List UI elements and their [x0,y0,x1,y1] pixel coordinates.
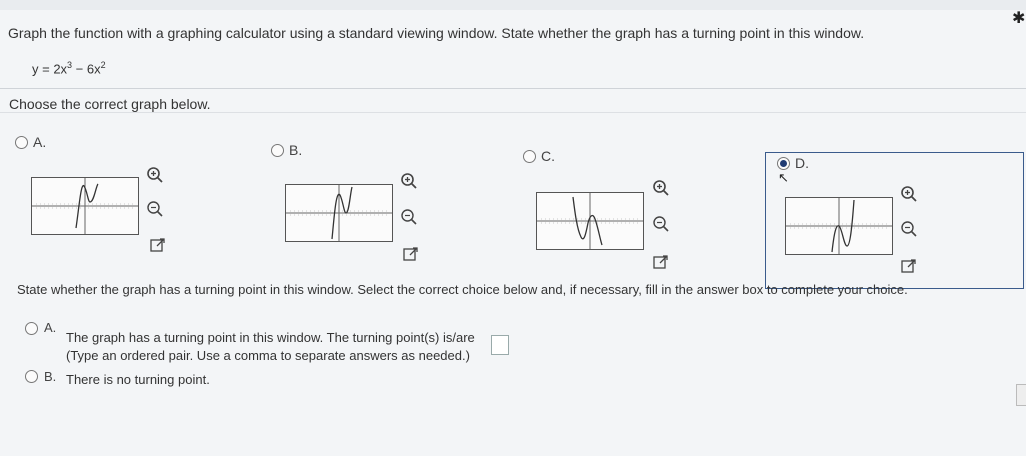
graph-d-thumbnail[interactable] [785,197,893,255]
divider [0,112,1026,113]
choice-letter: B. [44,369,57,384]
zoom-out-icon[interactable] [146,200,164,218]
radio-graph-b[interactable] [271,144,284,157]
option-letter: B. [289,142,303,158]
top-strip [0,0,1026,10]
zoom-in-icon[interactable] [900,185,918,203]
graph-b-thumbnail[interactable] [285,184,393,242]
turning-point-prompt: State whether the graph has a turning po… [17,282,908,297]
function-expression: y = 2x3 − 6x2 [32,60,106,77]
radio-graph-c[interactable] [523,150,536,163]
option-letter: C. [541,148,555,164]
zoom-out-icon[interactable] [900,220,918,238]
question-prompt: Graph the function with a graphing calcu… [8,25,865,41]
divider [0,88,1026,89]
open-external-icon[interactable] [900,257,918,275]
open-external-icon[interactable] [149,236,167,254]
mouse-cursor-icon: ↖ [778,170,789,185]
radio-graph-d[interactable] [777,157,790,170]
choice-b-text: There is no turning point. [66,372,210,387]
right-edge-panel [1016,384,1026,406]
graph-a-thumbnail[interactable] [31,177,139,235]
zoom-out-icon[interactable] [400,208,418,226]
zoom-in-icon[interactable] [400,172,418,190]
zoom-in-icon[interactable] [652,179,670,197]
choice-letter: A. [44,320,57,335]
open-external-icon[interactable] [652,253,670,271]
answer-input-box[interactable] [491,335,509,355]
option-letter: A. [33,134,47,150]
zoom-out-icon[interactable] [652,215,670,233]
radio-choice-a[interactable] [25,322,38,335]
radio-graph-a[interactable] [15,136,28,149]
zoom-in-icon[interactable] [146,166,164,184]
option-letter: D. [795,155,809,171]
star-icon[interactable]: ✱ [1012,8,1025,28]
choice-a-hint: (Type an ordered pair. Use a comma to se… [66,348,470,363]
open-external-icon[interactable] [402,245,420,263]
choose-graph-label: Choose the correct graph below. [9,96,211,112]
radio-choice-b[interactable] [25,370,38,383]
graph-c-thumbnail[interactable] [536,192,644,250]
choice-a-text: The graph has a turning point in this wi… [66,330,475,345]
